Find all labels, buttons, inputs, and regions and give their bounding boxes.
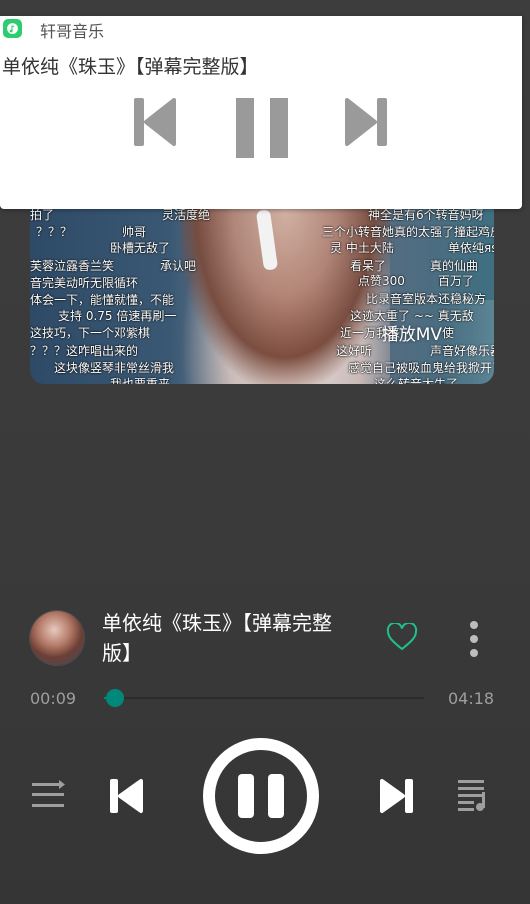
queue-button[interactable] [458, 778, 490, 816]
playlist-icon [32, 780, 65, 807]
like-button[interactable] [386, 621, 418, 655]
queue-music-icon [458, 780, 485, 811]
total-time: 04:18 [448, 689, 495, 708]
media-notification[interactable]: 轩哥音乐 单依纯《珠玉》【弹幕完整版】 [0, 16, 522, 209]
danmaku-comment: 这技巧，下一个邓紫棋 [30, 326, 151, 340]
notification-pause-button[interactable] [234, 96, 290, 164]
danmaku-comment: ？？？这咋唱出来的 [30, 344, 139, 358]
danmaku-comment: 音完美动听无限循环 [30, 276, 139, 290]
danmaku-comment: 单依纯яs [448, 241, 494, 255]
danmaku-comment: 这块像竖琴非常丝滑我 [54, 361, 175, 375]
progress-thumb[interactable] [106, 689, 125, 707]
danmaku-comment: 灵 中土大陆 [330, 241, 394, 255]
skip-next-icon [380, 779, 413, 813]
danmaku-comment: 三个小转音她真的太强了撞起鸡皮 [322, 225, 494, 239]
notification-song-title: 单依纯《珠玉》【弹幕完整版】 [2, 56, 259, 78]
danmaku-comment: 体会一下，能懂就懂，不能 [30, 293, 175, 307]
danmaku-comment: 点赞300 [358, 274, 405, 288]
heart-outline-icon [386, 621, 418, 651]
notification-app-name: 轩哥音乐 [40, 22, 105, 41]
play-pause-button[interactable] [203, 738, 319, 854]
current-time: 00:09 [30, 689, 77, 708]
danmaku-comment: 我也要重来 [110, 377, 171, 384]
more-options-button[interactable] [467, 620, 481, 662]
notification-prev-button[interactable] [132, 96, 176, 152]
skip-previous-icon [110, 779, 143, 813]
play-mv-label[interactable]: 播放MV [382, 320, 442, 345]
danmaku-comment: 这好听 [336, 344, 373, 358]
song-title: 单依纯《珠玉》【弹幕完整版】 [102, 611, 332, 665]
album-cover[interactable] [30, 611, 84, 665]
danmaku-comment: 承认吧 [160, 259, 197, 273]
skip-next-icon [345, 98, 387, 146]
danmaku-comment: 百万了 [438, 274, 475, 288]
next-button[interactable] [379, 777, 415, 819]
mv-highlight [444, 300, 494, 384]
more-vert-icon [470, 621, 478, 657]
playlist-button[interactable] [32, 780, 66, 814]
danmaku-comment: 支持 0.75 倍速再刷一 [58, 309, 177, 323]
danmaku-comment: 芙蓉泣露香兰笑 [30, 259, 115, 273]
music-app-icon [3, 19, 22, 38]
pause-icon [236, 98, 288, 158]
notification-next-button[interactable] [345, 96, 389, 152]
danmaku-comment: 帅哥 [122, 225, 147, 239]
previous-button[interactable] [108, 777, 144, 819]
danmaku-comment: 卧槽无敌了 [110, 241, 171, 255]
progress-bar[interactable] [104, 697, 424, 699]
pause-circle-icon [238, 774, 284, 818]
danmaku-comment: ？？？ [36, 225, 73, 239]
skip-previous-icon [134, 98, 176, 146]
